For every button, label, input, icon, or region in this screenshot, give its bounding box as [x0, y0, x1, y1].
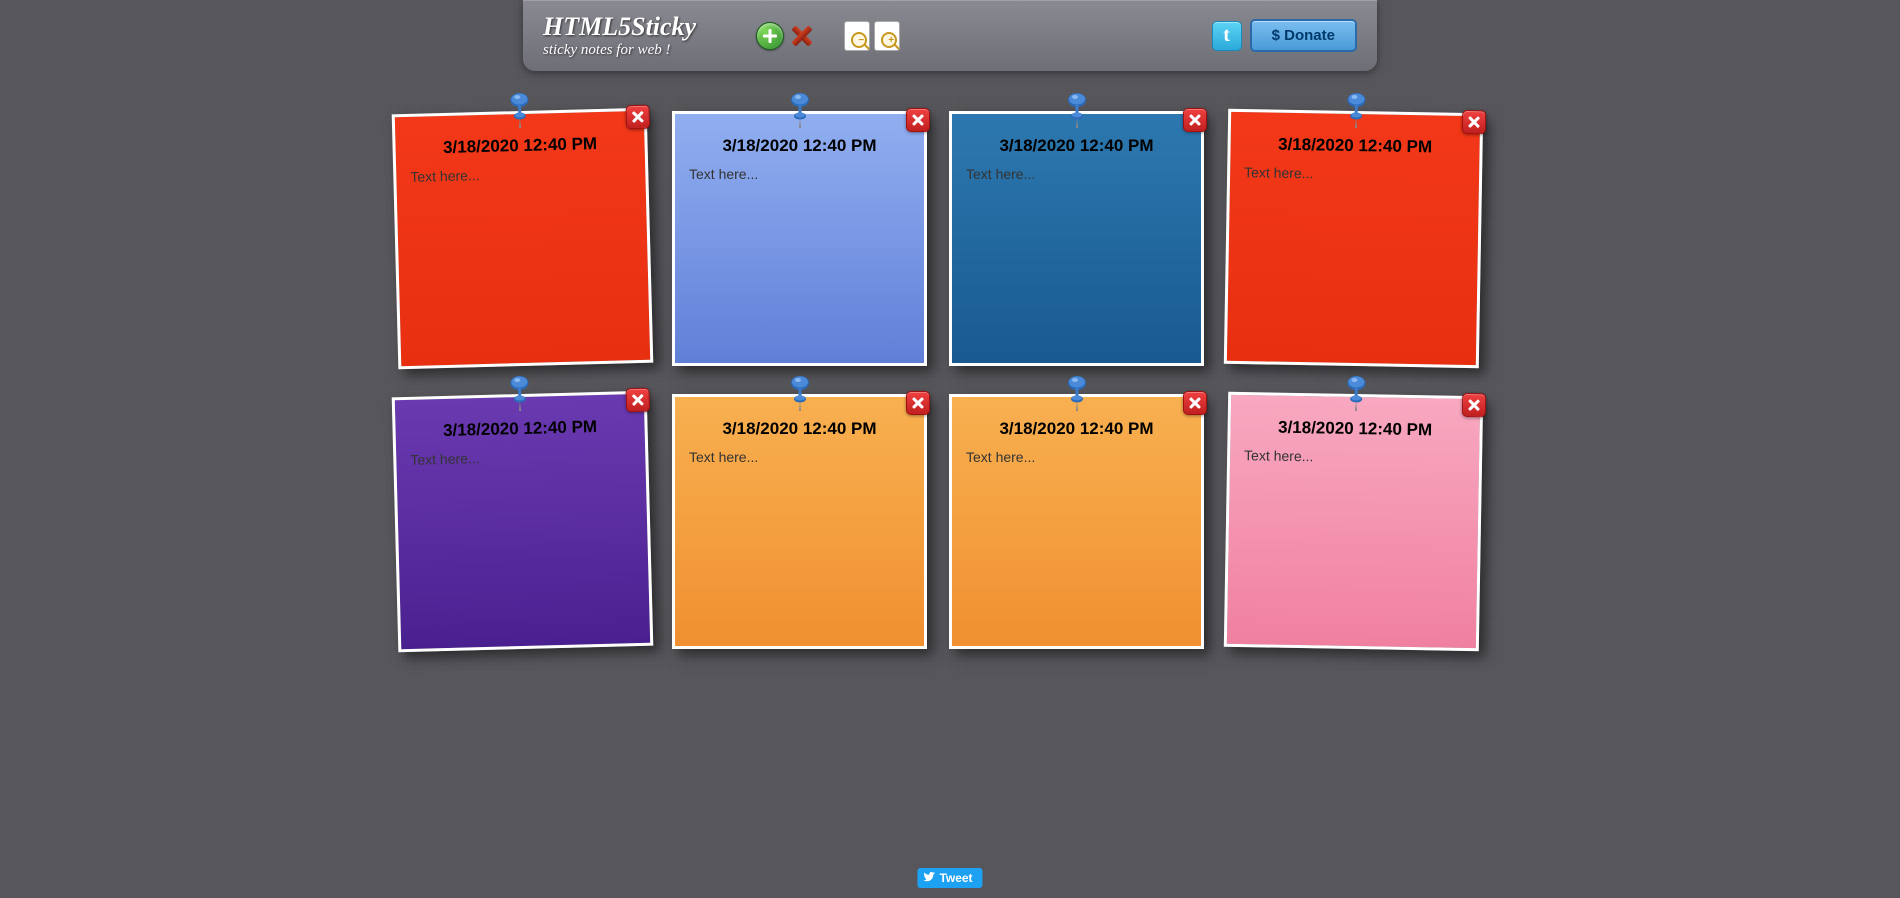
- note-text[interactable]: Text here...: [1244, 164, 1465, 184]
- tweet-label: Tweet: [939, 871, 972, 885]
- toolbar-right: t $ Donate: [1212, 19, 1357, 52]
- app-title: HTML5Sticky: [543, 12, 696, 42]
- sticky-note[interactable]: 3/18/2020 12:40 PM Text here...: [672, 111, 927, 366]
- sticky-note[interactable]: 3/18/2020 12:40 PM Text here...: [949, 394, 1204, 649]
- pin-icon: [1340, 375, 1371, 414]
- app-subtitle: sticky notes for web !: [543, 42, 696, 59]
- note-date: 3/18/2020 12:40 PM: [966, 136, 1187, 156]
- delete-all-button[interactable]: [788, 22, 816, 50]
- logo-section: HTML5Sticky sticky notes for web !: [543, 12, 696, 59]
- pin-icon: [504, 92, 535, 131]
- pin-icon: [504, 375, 535, 414]
- toolbar: HTML5Sticky sticky notes for web ! − + t…: [523, 0, 1377, 71]
- pin-icon: [1062, 92, 1092, 130]
- sticky-note[interactable]: 3/18/2020 12:40 PM Text here...: [1224, 392, 1483, 651]
- close-note-button[interactable]: [626, 388, 651, 413]
- note-date: 3/18/2020 12:40 PM: [1244, 134, 1465, 158]
- pin-icon: [1062, 375, 1092, 413]
- zoom-in-button[interactable]: +: [874, 21, 900, 51]
- note-text[interactable]: Text here...: [410, 446, 631, 468]
- twitter-button[interactable]: t: [1212, 21, 1242, 51]
- note-date: 3/18/2020 12:40 PM: [689, 419, 910, 439]
- note-text[interactable]: Text here...: [410, 163, 631, 185]
- pin-icon: [1062, 375, 1092, 413]
- note-date: 3/18/2020 12:40 PM: [1244, 417, 1465, 441]
- close-note-button[interactable]: [1183, 391, 1207, 415]
- note-text[interactable]: Text here...: [1244, 447, 1465, 467]
- add-note-button[interactable]: [756, 22, 784, 50]
- pin-icon: [1340, 92, 1371, 131]
- sticky-note[interactable]: 3/18/2020 12:40 PM Text here...: [1224, 109, 1483, 368]
- pin-icon: [785, 375, 815, 413]
- sticky-note[interactable]: 3/18/2020 12:40 PM Text here...: [392, 391, 654, 653]
- twitter-bird-icon: [923, 872, 935, 884]
- pin-icon: [785, 375, 815, 413]
- toolbar-buttons: − +: [756, 21, 900, 51]
- donate-button[interactable]: $ Donate: [1250, 19, 1357, 52]
- note-text[interactable]: Text here...: [966, 449, 1187, 465]
- note-date: 3/18/2020 12:40 PM: [689, 136, 910, 156]
- pin-icon: [504, 92, 535, 131]
- note-text[interactable]: Text here...: [689, 449, 910, 465]
- note-text[interactable]: Text here...: [689, 166, 910, 182]
- sticky-note[interactable]: 3/18/2020 12:40 PM Text here...: [392, 108, 654, 370]
- close-note-button[interactable]: [626, 105, 651, 130]
- close-note-button[interactable]: [1462, 393, 1486, 417]
- close-note-button[interactable]: [1183, 108, 1207, 132]
- close-note-button[interactable]: [1462, 110, 1486, 134]
- note-text[interactable]: Text here...: [966, 166, 1187, 182]
- pin-icon: [785, 92, 815, 130]
- notes-area: 3/18/2020 12:40 PM Text here... 3/18/202…: [395, 111, 1505, 649]
- pin-icon: [1340, 375, 1371, 414]
- sticky-note[interactable]: 3/18/2020 12:40 PM Text here...: [672, 394, 927, 649]
- close-note-button[interactable]: [906, 108, 930, 132]
- close-note-button[interactable]: [906, 391, 930, 415]
- zoom-out-button[interactable]: −: [844, 21, 870, 51]
- tweet-widget[interactable]: Tweet: [917, 868, 982, 888]
- note-date: 3/18/2020 12:40 PM: [409, 416, 630, 442]
- pin-icon: [785, 92, 815, 130]
- pin-icon: [1062, 92, 1092, 130]
- note-date: 3/18/2020 12:40 PM: [966, 419, 1187, 439]
- pin-icon: [504, 375, 535, 414]
- pin-icon: [1340, 92, 1371, 131]
- note-date: 3/18/2020 12:40 PM: [409, 133, 630, 159]
- sticky-note[interactable]: 3/18/2020 12:40 PM Text here...: [949, 111, 1204, 366]
